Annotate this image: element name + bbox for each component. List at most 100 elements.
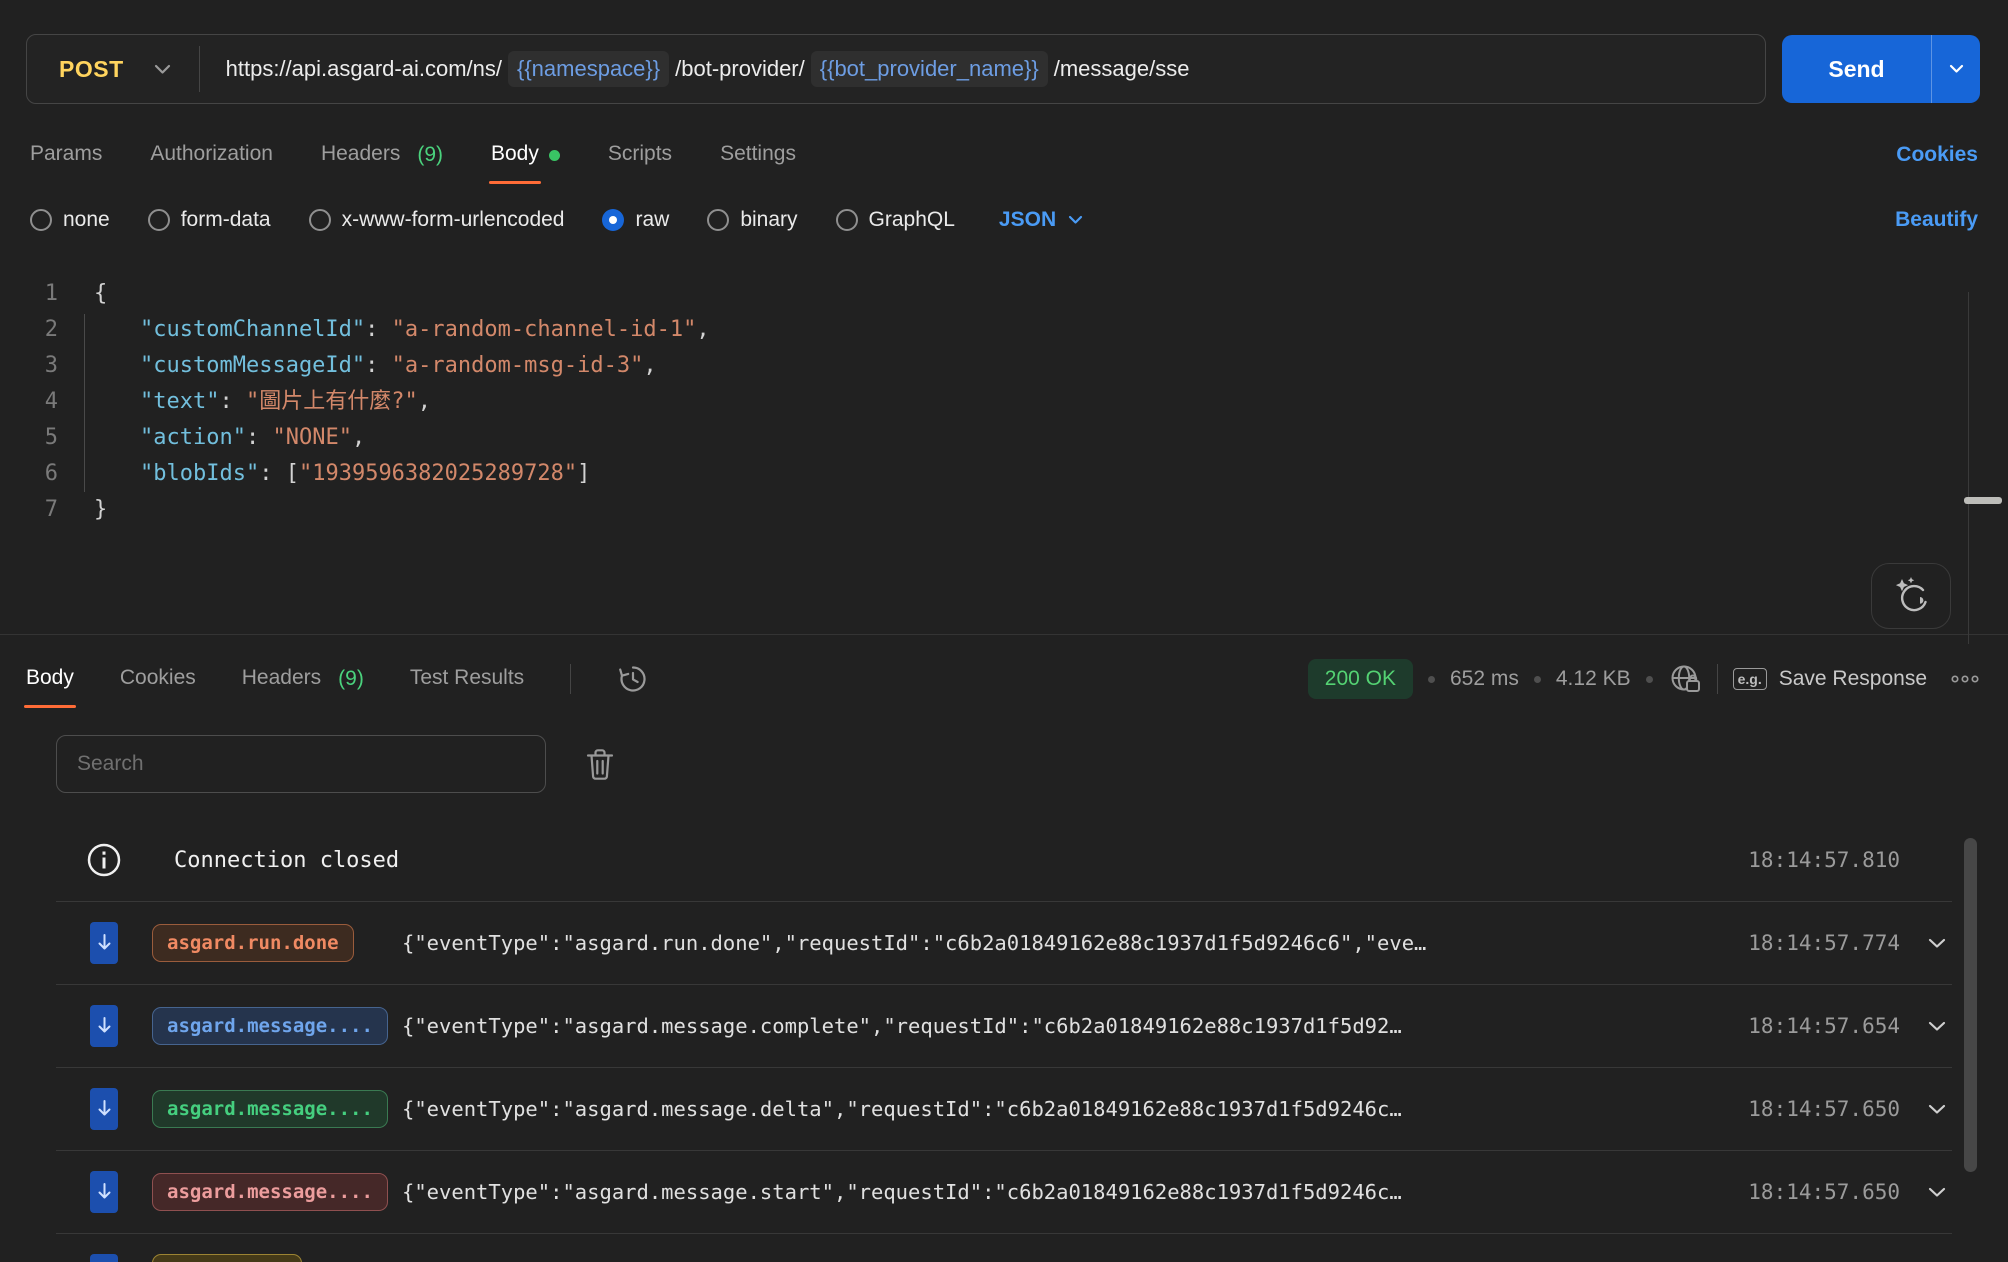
language-selector[interactable]: JSON xyxy=(999,208,1083,232)
code-line: 1 { xyxy=(0,276,2008,312)
code-line: 2 "customChannelId": "a-random-channel-i… xyxy=(0,312,2008,348)
response-history-button[interactable] xyxy=(617,663,649,695)
response-tab-body[interactable]: Body xyxy=(26,666,74,692)
event-type-badge: asgard.message.... xyxy=(152,1007,388,1045)
message-received-icon xyxy=(90,922,118,964)
event-message: {"eventType":"asgard.message.start","req… xyxy=(402,1180,1722,1204)
url-segment: https://api.asgard-ai.com/ns/ xyxy=(226,56,502,82)
postbot-ai-button[interactable] xyxy=(1871,563,1951,629)
response-tabs: Body Cookies Headers(9) Test Results xyxy=(26,663,649,695)
send-options-button[interactable] xyxy=(1931,35,1980,103)
event-type-badge xyxy=(152,1254,302,1262)
divider xyxy=(1717,664,1718,694)
event-message: Connection closed xyxy=(152,848,1722,873)
event-timestamp: 18:14:57.650 xyxy=(1748,1180,1900,1204)
event-row[interactable]: asgard.message.... {"eventType":"asgard.… xyxy=(56,985,1952,1068)
event-type-badge: asgard.message.... xyxy=(152,1090,388,1128)
event-timestamp: 18:14:57.654 xyxy=(1748,1014,1900,1038)
url-field: POST https://api.asgard-ai.com/ns/ {{nam… xyxy=(26,34,1766,104)
code-line: 4 "text": "圖片上有什麼?", xyxy=(0,384,2008,420)
expand-event-button[interactable] xyxy=(1922,938,1952,949)
tab-body[interactable]: Body xyxy=(491,142,560,168)
line-number: 7 xyxy=(0,492,58,528)
mode-binary[interactable]: binary xyxy=(707,208,797,232)
event-row[interactable]: asgard.message.... {"eventType":"asgard.… xyxy=(56,1068,1952,1151)
line-number: 3 xyxy=(0,348,58,384)
radio-icon xyxy=(707,209,729,231)
message-received-icon xyxy=(90,1171,118,1213)
response-tab-test-results[interactable]: Test Results xyxy=(410,666,524,692)
event-stream-list: Connection closed 18:14:57.810 asgard.ru… xyxy=(56,819,1952,1262)
mode-raw[interactable]: raw xyxy=(602,208,669,232)
divider xyxy=(570,664,571,694)
event-row[interactable] xyxy=(56,1234,1952,1262)
chevron-down-icon xyxy=(1928,1104,1946,1115)
response-size[interactable]: 4.12 KB xyxy=(1556,667,1631,691)
clock-history-icon xyxy=(617,663,649,695)
clear-events-button[interactable] xyxy=(586,748,614,781)
chevron-down-icon xyxy=(154,64,171,75)
event-row[interactable]: asgard.message.... {"eventType":"asgard.… xyxy=(56,1151,1952,1234)
response-headers-count: (9) xyxy=(338,667,364,691)
chevron-down-icon xyxy=(1928,1187,1946,1198)
send-button[interactable]: Send xyxy=(1782,35,1931,103)
mode-form-data[interactable]: form-data xyxy=(148,208,271,232)
expand-event-button[interactable] xyxy=(1922,1187,1952,1198)
expand-event-button[interactable] xyxy=(1922,1104,1952,1115)
line-number: 5 xyxy=(0,420,58,456)
url-segment: /message/sse xyxy=(1054,56,1190,82)
tab-settings[interactable]: Settings xyxy=(720,142,796,168)
event-row-connection-closed[interactable]: Connection closed 18:14:57.810 xyxy=(56,819,1952,902)
radio-icon xyxy=(309,209,331,231)
editor-scrollbar-thumb[interactable] xyxy=(1964,497,2002,504)
beautify-link[interactable]: Beautify xyxy=(1895,208,1978,232)
url-variable-namespace[interactable]: {{namespace}} xyxy=(508,51,669,87)
expand-event-button[interactable] xyxy=(1922,1021,1952,1032)
radio-icon xyxy=(30,209,52,231)
body-mode-row: none form-data x-www-form-urlencoded raw… xyxy=(0,168,2008,232)
url-variable-bot-provider-name[interactable]: {{bot_provider_name}} xyxy=(811,51,1048,87)
tab-headers[interactable]: Headers(9) xyxy=(321,142,443,168)
chevron-down-icon xyxy=(1949,64,1964,74)
tab-authorization[interactable]: Authorization xyxy=(150,142,273,168)
mode-none[interactable]: none xyxy=(30,208,110,232)
more-options-icon xyxy=(1950,674,1980,684)
globe-lock-icon xyxy=(1668,662,1702,696)
event-message: {"eventType":"asgard.run.done","requestI… xyxy=(402,931,1722,955)
editor-scrollbar-track xyxy=(1968,292,1969,644)
event-type-badge: asgard.run.done xyxy=(152,924,354,962)
radio-icon xyxy=(148,209,170,231)
event-row[interactable]: asgard.run.done {"eventType":"asgard.run… xyxy=(56,902,1952,985)
postman-window: POST https://api.asgard-ai.com/ns/ {{nam… xyxy=(0,0,2008,1262)
method-label: POST xyxy=(59,56,124,83)
chevron-down-icon xyxy=(1068,215,1083,225)
save-as-example-icon: e.g. xyxy=(1733,668,1767,690)
mode-x-www-form-urlencoded[interactable]: x-www-form-urlencoded xyxy=(309,208,565,232)
info-icon xyxy=(86,842,122,878)
response-time[interactable]: 652 ms xyxy=(1450,667,1519,691)
unsaved-changes-dot xyxy=(549,150,560,161)
save-response-button[interactable]: e.g. Save Response xyxy=(1733,667,1927,691)
mode-graphql[interactable]: GraphQL xyxy=(836,208,955,232)
status-badge[interactable]: 200 OK xyxy=(1308,659,1413,699)
response-header: Body Cookies Headers(9) Test Results 200… xyxy=(0,635,2008,699)
code-line: 5 "action": "NONE", xyxy=(0,420,2008,456)
line-number: 4 xyxy=(0,384,58,420)
network-info-button[interactable] xyxy=(1668,662,1702,696)
code-line: 7 } xyxy=(0,492,2008,528)
method-selector[interactable]: POST xyxy=(27,56,199,83)
response-tab-headers[interactable]: Headers(9) xyxy=(242,666,364,692)
event-search-row xyxy=(0,699,2008,793)
event-message: {"eventType":"asgard.message.complete","… xyxy=(402,1014,1722,1038)
tab-params[interactable]: Params xyxy=(30,142,102,168)
cookies-link[interactable]: Cookies xyxy=(1896,143,1978,167)
tab-scripts[interactable]: Scripts xyxy=(608,142,672,168)
url-input[interactable]: https://api.asgard-ai.com/ns/ {{namespac… xyxy=(200,51,1190,87)
events-scrollbar-thumb[interactable] xyxy=(1964,838,1977,1172)
dot-separator xyxy=(1428,676,1435,683)
request-body-editor[interactable]: 1 { 2 "customChannelId": "a-random-chann… xyxy=(0,276,2008,634)
response-more-options-button[interactable] xyxy=(1950,674,1980,684)
response-tab-cookies[interactable]: Cookies xyxy=(120,666,196,692)
line-number: 6 xyxy=(0,456,58,492)
search-input[interactable] xyxy=(56,735,546,793)
